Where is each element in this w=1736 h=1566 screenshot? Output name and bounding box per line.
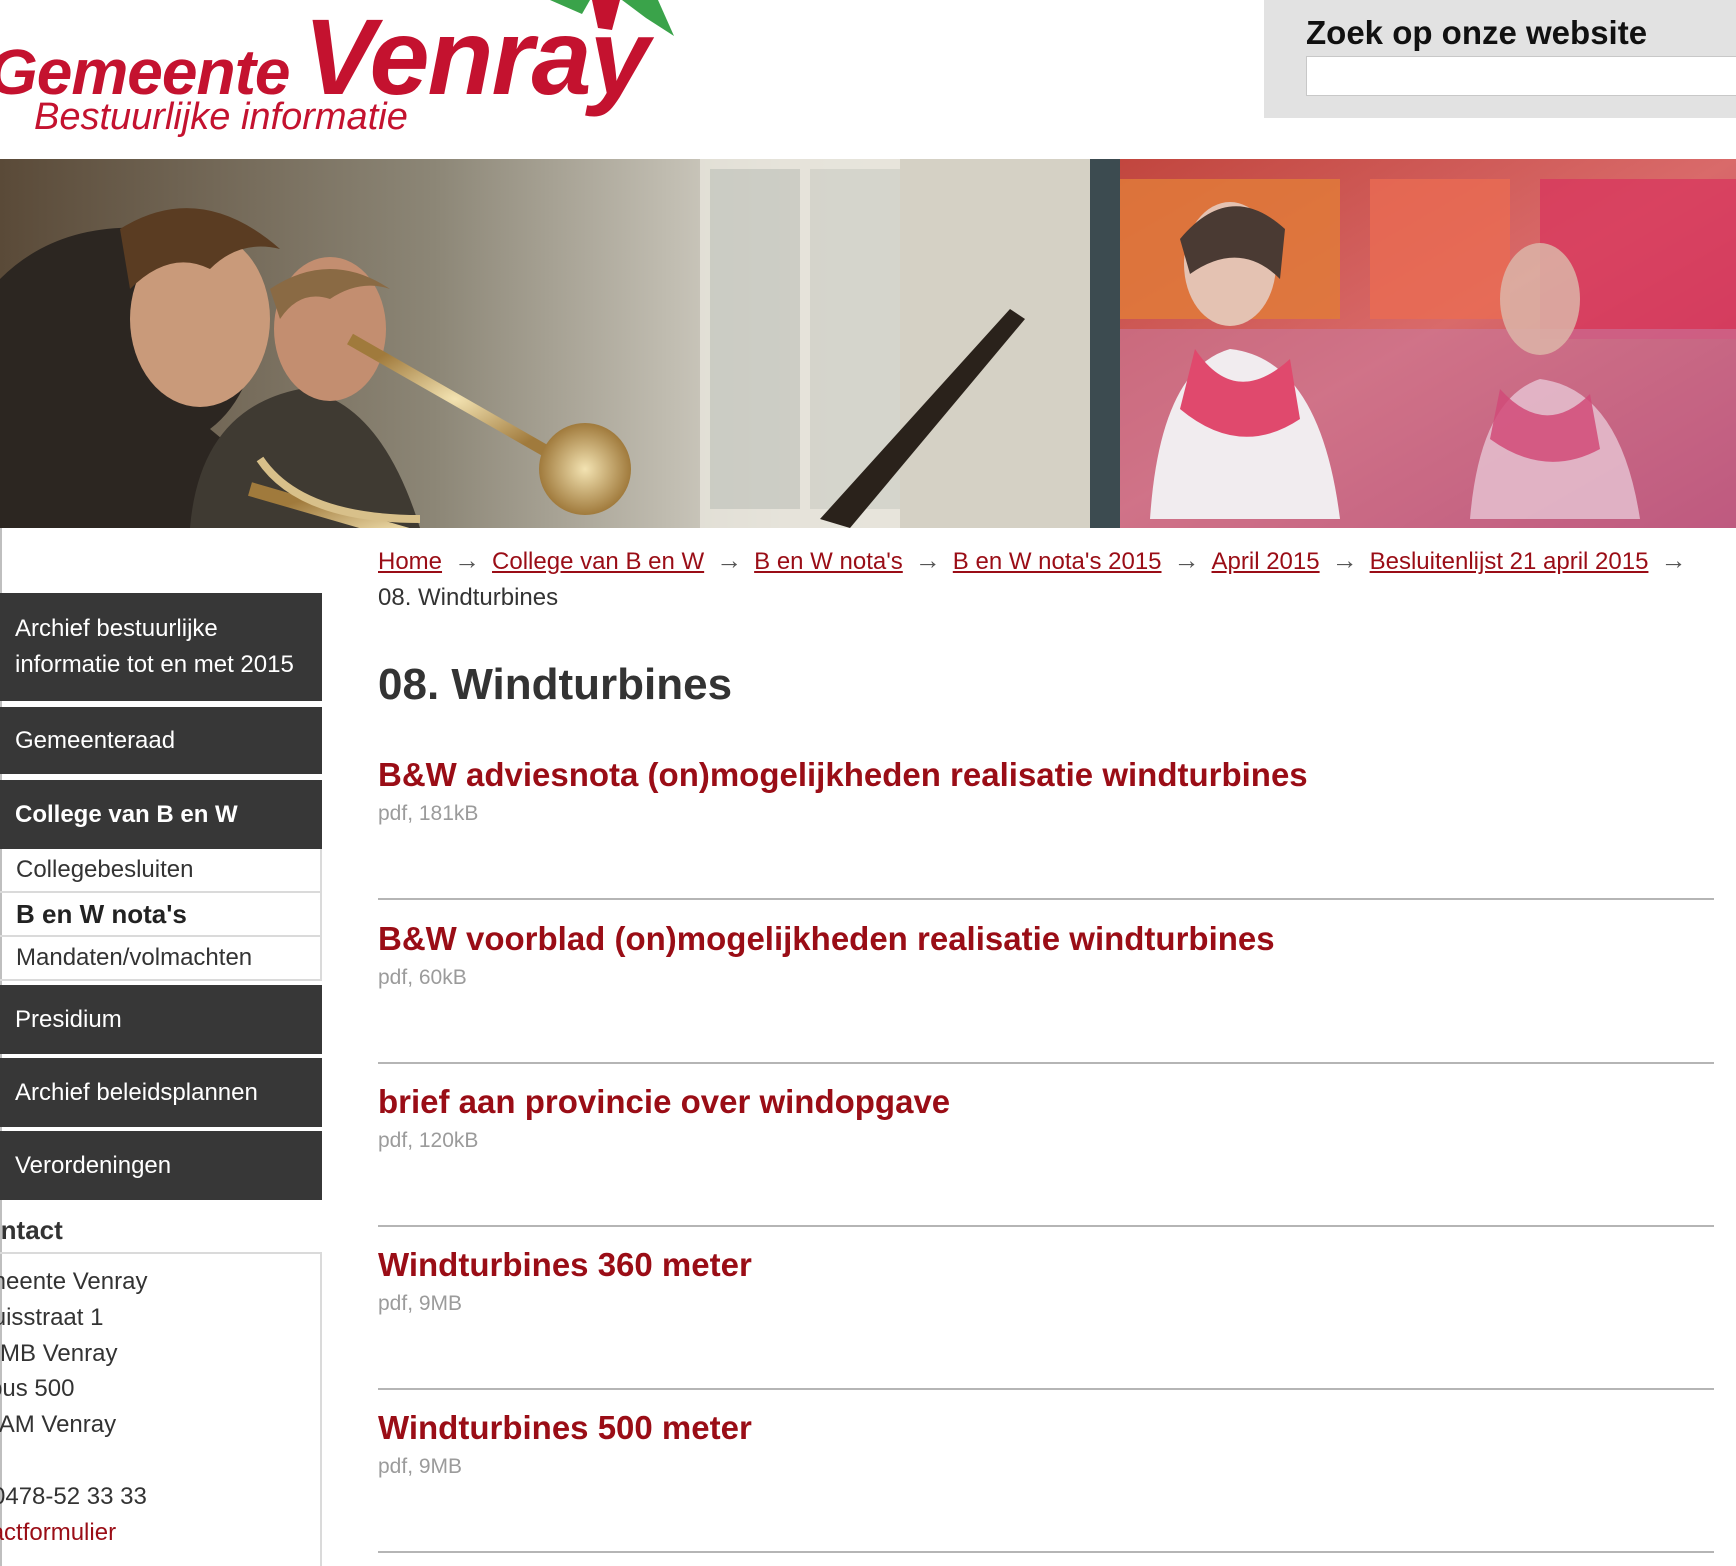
breadcrumb-current: 08. Windturbines: [378, 584, 559, 611]
breadcrumb-college-van-b-en-w[interactable]: College van B en W: [492, 548, 704, 575]
breadcrumb-b-en-w-notas-2015[interactable]: B en W nota's 2015: [953, 548, 1162, 575]
logo-subtitle: Bestuurlijke informatie: [34, 96, 408, 138]
subnav-item-collegebesluiten[interactable]: Collegebesluiten: [0, 849, 320, 893]
contact-postbus-postcode: 5800 AM Venray: [0, 1411, 117, 1438]
document-link[interactable]: Windturbines 360 meter: [378, 1246, 752, 1284]
document-link[interactable]: Windturbines 500 meter: [378, 1409, 752, 1447]
document-item: B&W adviesnota (on)mogelijkheden realisa…: [378, 736, 1714, 900]
sidebar-item-presidium[interactable]: Presidium: [0, 985, 322, 1054]
contact-postbus: Postbus 500: [0, 1375, 75, 1402]
search-panel: Zoek op onze website: [1264, 0, 1736, 118]
page-title: 08. Windturbines: [378, 660, 733, 709]
document-filetype-size: pdf, 120kB: [378, 1129, 479, 1152]
breadcrumb-arrow-icon: →: [1331, 545, 1358, 575]
document-filetype-size: pdf, 181kB: [378, 802, 479, 825]
header-banner-image: [0, 159, 1736, 528]
sidebar-item-archief-bestuurlijke-informatie[interactable]: Archief bestuurlijke informatie tot en m…: [0, 593, 322, 701]
sidebar-item-archief-beleidsplannen[interactable]: Archief beleidsplannen: [0, 1058, 322, 1127]
breadcrumb-besluitenlijst[interactable]: Besluitenlijst 21 april 2015: [1370, 548, 1649, 575]
document-link[interactable]: B&W voorblad (on)mogelijkheden realisati…: [378, 920, 1275, 958]
document-link[interactable]: B&W adviesnota (on)mogelijkheden realisa…: [378, 756, 1308, 794]
breadcrumb: Home → College van B en W → B en W nota's → B …: [378, 542, 1718, 616]
contact-phone: Tel. 0478-52 33 33: [0, 1483, 147, 1510]
breadcrumb-home[interactable]: Home: [378, 548, 442, 575]
sidebar-subnav: Collegebesluiten B en W nota's Mandaten/…: [0, 849, 322, 981]
document-item: brief aan provincie over windopgave pdf,…: [378, 1063, 1714, 1227]
document-item: Windturbines 500 meter pdf, 9MB: [378, 1389, 1714, 1553]
document-item: Windturbines 360 meter pdf, 9MB: [378, 1226, 1714, 1390]
document-link[interactable]: brief aan provincie over windopgave: [378, 1083, 950, 1121]
breadcrumb-arrow-icon: →: [454, 545, 481, 575]
subnav-item-mandaten-volmachten[interactable]: Mandaten/volmachten: [0, 937, 320, 981]
contact-box: Gemeente Venray Raadhuisstraat 1 5801 MB…: [0, 1252, 322, 1566]
breadcrumb-arrow-icon: →: [914, 545, 941, 575]
contact-postcode: 5801 MB Venray: [0, 1340, 118, 1367]
search-input[interactable]: [1306, 56, 1736, 96]
sidebar-item-college-van-b-en-w[interactable]: College van B en W: [0, 780, 322, 849]
sidebar-item-gemeenteraad[interactable]: Gemeenteraad: [0, 707, 322, 774]
subnav-item-b-en-w-notas[interactable]: B en W nota's: [0, 893, 320, 937]
contact-street: Raadhuisstraat 1: [0, 1304, 104, 1331]
logo-emblem-icon: [550, 0, 674, 36]
sidebar-item-verordeningen[interactable]: Verordeningen: [0, 1131, 322, 1200]
banner-photo: [0, 159, 1736, 528]
contact-organisation: Gemeente Venray: [0, 1268, 148, 1295]
search-label: Zoek op onze website: [1306, 14, 1648, 51]
breadcrumb-arrow-icon: →: [1173, 545, 1200, 575]
contact-heading: Contact: [0, 1215, 63, 1245]
document-filetype-size: pdf, 9MB: [378, 1292, 463, 1315]
breadcrumb-arrow-icon: →: [1660, 545, 1687, 575]
document-item: B&W voorblad (on)mogelijkheden realisati…: [378, 900, 1714, 1064]
breadcrumb-april-2015[interactable]: April 2015: [1212, 548, 1320, 575]
document-filetype-size: pdf, 60kB: [378, 966, 467, 989]
breadcrumb-arrow-icon: →: [716, 545, 743, 575]
document-filetype-size: pdf, 9MB: [378, 1455, 463, 1478]
contact-form-link[interactable]: Contactformulier: [0, 1519, 116, 1547]
breadcrumb-b-en-w-notas[interactable]: B en W nota's: [754, 548, 903, 575]
site-logo[interactable]: Gemeente Venray Bestuurlijke informatie: [0, 0, 720, 150]
